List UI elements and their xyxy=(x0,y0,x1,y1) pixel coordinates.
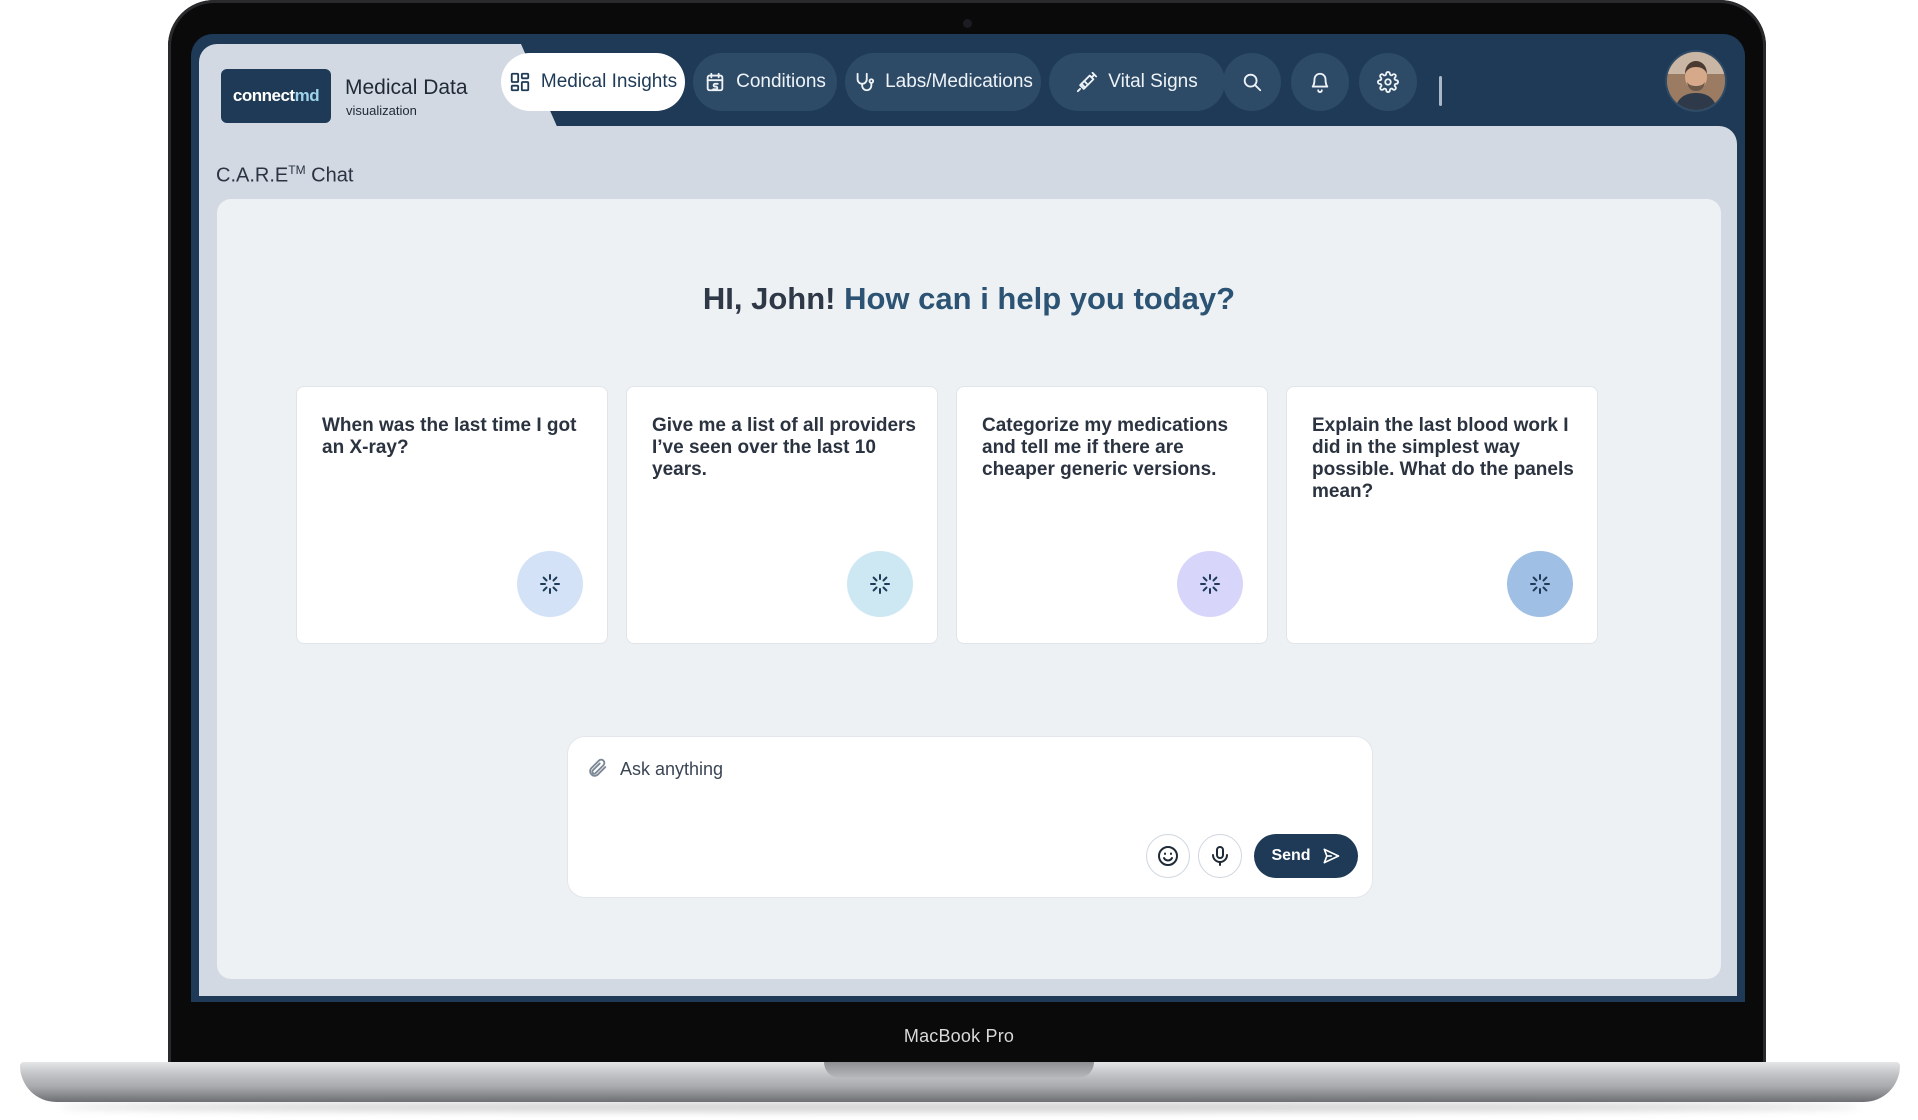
tab-conditions[interactable]: Conditions xyxy=(693,53,837,111)
trademark-mark: TM xyxy=(288,163,306,177)
laptop-base-notch xyxy=(824,1062,1094,1078)
search-icon xyxy=(1243,73,1262,92)
send-arrow-icon xyxy=(1323,848,1339,864)
prompt-text: Explain the last blood work I did in the… xyxy=(1312,415,1574,502)
brand-subtitle: visualization xyxy=(346,103,417,118)
syringe-icon xyxy=(1077,71,1098,93)
voice-input-button[interactable] xyxy=(1198,834,1242,878)
sparkle-icon xyxy=(1507,551,1573,617)
page-title-main: C.A.R.E xyxy=(216,164,289,187)
user-portrait xyxy=(1667,52,1725,110)
sparkle-icon xyxy=(1177,551,1243,617)
message-composer: Send xyxy=(567,736,1373,898)
microphone-icon xyxy=(1212,846,1228,866)
connectmd-logo[interactable]: connect md xyxy=(221,69,331,123)
greeting-heading: HI, John! How can i help you today? xyxy=(217,281,1721,317)
send-button[interactable]: Send xyxy=(1254,834,1358,878)
tab-label: Conditions xyxy=(736,71,826,92)
greeting-question: How can i help you today? xyxy=(844,281,1236,316)
page-title-tail: Chat xyxy=(305,164,354,187)
nav-divider xyxy=(1439,76,1442,106)
sparkle-icon xyxy=(517,551,583,617)
tab-label: Medical Insights xyxy=(540,71,678,92)
search-button[interactable] xyxy=(1223,53,1281,111)
tab-labs-medications[interactable]: Labs/Medications xyxy=(845,53,1041,111)
send-label: Send xyxy=(1271,847,1311,864)
suggested-prompt-card[interactable]: Categorize my medications and tell me if… xyxy=(956,386,1268,644)
sparkle-icon xyxy=(847,551,913,617)
prompt-text: When was the last time I got an X-ray? xyxy=(322,415,577,458)
chat-input[interactable] xyxy=(618,753,1322,785)
prompt-text: Give me a list of all providers I’ve see… xyxy=(652,415,916,480)
greeting-hello: HI, John! xyxy=(702,281,845,316)
emoji-button[interactable] xyxy=(1146,834,1190,878)
laptop-screen: connect md Medical Data visualization Med… xyxy=(191,34,1745,1002)
gear-icon xyxy=(1377,71,1399,93)
device-label: MacBook Pro xyxy=(903,1026,1015,1046)
tab-label: Vital Signs xyxy=(1108,71,1198,92)
settings-button[interactable] xyxy=(1359,53,1417,111)
prompt-text: Categorize my medications and tell me if… xyxy=(982,415,1229,480)
notifications-button[interactable] xyxy=(1291,53,1349,111)
logo-text: connect xyxy=(232,86,295,105)
page-title: C.A.R.ETM Chat xyxy=(216,163,353,188)
user-avatar[interactable] xyxy=(1667,52,1725,110)
laptop-base-shadow xyxy=(60,1102,1860,1112)
stethoscope-icon xyxy=(856,72,875,92)
suggested-prompt-card[interactable]: When was the last time I got an X-ray? xyxy=(296,386,608,644)
suggested-prompt-card[interactable]: Give me a list of all providers I’ve see… xyxy=(626,386,938,644)
tab-label: Labs/Medications xyxy=(885,71,1033,92)
paperclip-icon[interactable] xyxy=(586,756,608,780)
tab-medical-insights[interactable]: Medical Insights xyxy=(501,53,685,111)
smiley-icon xyxy=(1158,846,1178,866)
webcam-dot xyxy=(963,19,972,28)
bell-icon xyxy=(1311,72,1329,93)
app-window: connect md Medical Data visualization Med… xyxy=(199,44,1737,996)
tab-vital-signs[interactable]: Vital Signs xyxy=(1049,53,1225,111)
logo-text-accent: md xyxy=(294,86,320,105)
dashboard-icon xyxy=(510,72,530,92)
calendar-icon xyxy=(706,72,724,92)
brand-title: Medical Data xyxy=(345,76,468,99)
suggested-prompt-card[interactable]: Explain the last blood work I did in the… xyxy=(1286,386,1598,644)
chat-area: HI, John! How can i help you today? When… xyxy=(217,199,1721,979)
